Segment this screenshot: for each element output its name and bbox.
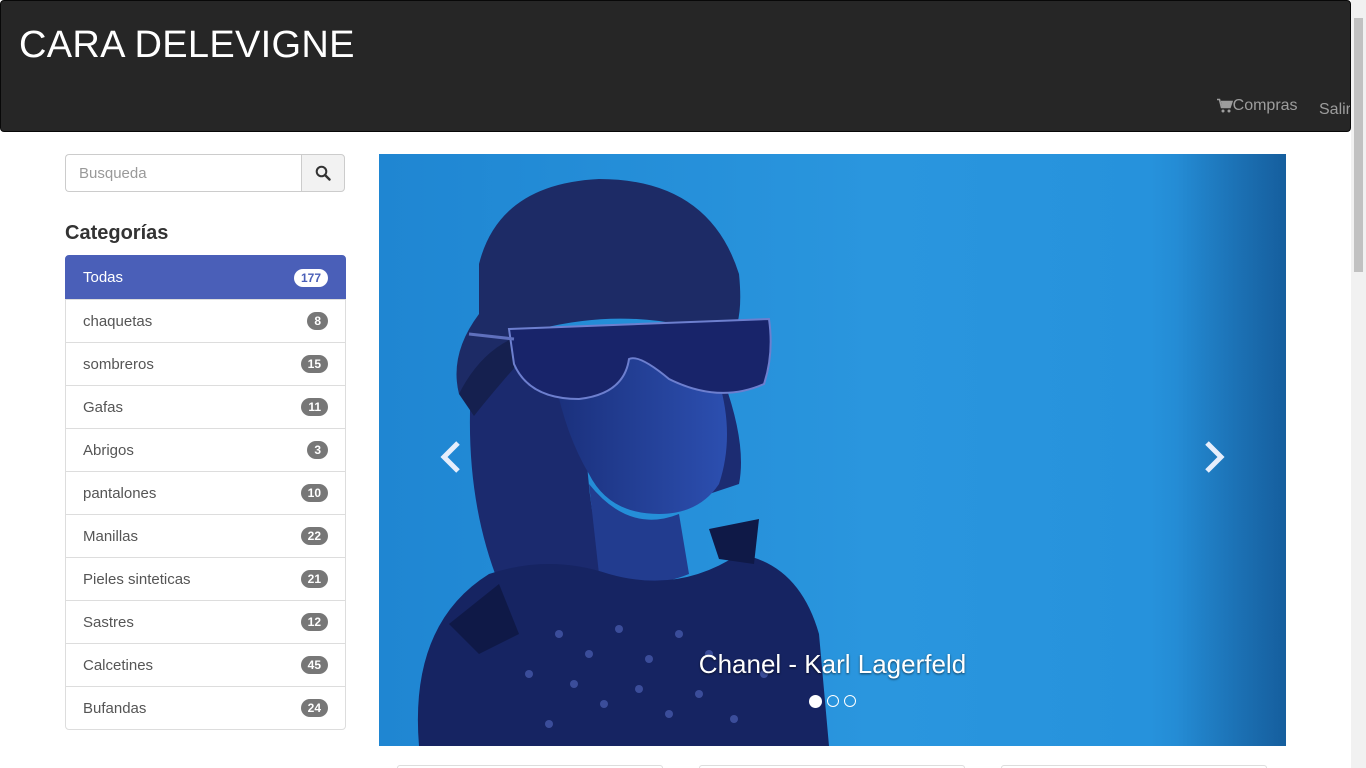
count-badge: 22 — [300, 527, 328, 545]
carousel-next-button[interactable] — [1194, 437, 1234, 477]
category-label: chaquetas — [83, 312, 153, 330]
category-item-sastres[interactable]: Sastres 12 — [65, 600, 346, 644]
category-label: Manillas — [83, 527, 139, 545]
carousel-indicator-3[interactable] — [844, 695, 856, 707]
count-badge: 3 — [307, 441, 328, 459]
category-item-gafas[interactable]: Gafas 11 — [65, 385, 346, 429]
carousel-caption: Chanel - Karl Lagerfeld — [698, 649, 967, 679]
category-label: Pieles sinteticas — [83, 570, 191, 588]
category-label: Abrigos — [83, 441, 134, 459]
categories-heading: Categorías — [65, 222, 169, 244]
category-item-pieles-sinteticas[interactable]: Pieles sinteticas 21 — [65, 557, 346, 601]
carousel-indicator-2[interactable] — [827, 695, 839, 707]
compras-label: Compras — [1232, 97, 1298, 114]
shopping-cart-icon — [1216, 98, 1233, 113]
category-label: Todas — [83, 269, 124, 286]
category-item-calcetines[interactable]: Calcetines 45 — [65, 643, 346, 687]
count-badge: 11 — [301, 398, 328, 416]
count-badge: 15 — [300, 355, 328, 373]
top-navbar: CARA DELEVIGNE Compras Salir — [0, 0, 1351, 132]
carousel-indicators — [379, 695, 1286, 708]
category-item-sombreros[interactable]: sombreros 15 — [65, 342, 346, 386]
category-item-pantalones[interactable]: pantalones 10 — [65, 471, 346, 515]
count-badge: 24 — [300, 699, 328, 717]
chevron-right-icon — [1205, 441, 1225, 473]
category-item-bufandas[interactable]: Bufandas 24 — [65, 686, 346, 730]
search-input[interactable] — [65, 154, 302, 192]
scrollbar-thumb[interactable] — [1354, 18, 1363, 272]
search-group — [65, 154, 345, 192]
category-label: pantalones — [83, 484, 157, 502]
category-label: sombreros — [83, 355, 154, 373]
hero-carousel: Chanel - Karl Lagerfeld — [379, 154, 1286, 746]
carousel-indicator-1[interactable] — [809, 695, 822, 708]
category-item-manillas[interactable]: Manillas 22 — [65, 514, 346, 558]
category-label: Gafas — [83, 398, 124, 416]
category-label: Sastres — [83, 613, 134, 631]
category-label: Calcetines — [83, 656, 154, 674]
salir-link[interactable]: Salir — [1319, 99, 1350, 117]
brand-title[interactable]: CARA DELEVIGNE — [19, 23, 355, 67]
compras-link[interactable]: Compras — [1216, 95, 1298, 117]
count-badge: 21 — [300, 570, 328, 588]
count-badge: 177 — [293, 268, 328, 287]
category-item-todas[interactable]: Todas 177 — [65, 255, 346, 300]
count-badge: 45 — [300, 656, 328, 674]
category-item-chaquetas[interactable]: chaquetas 8 — [65, 299, 346, 343]
category-label: Bufandas — [83, 699, 147, 717]
page-scrollbar[interactable] — [1351, 0, 1366, 768]
nav-links: Compras Salir — [1216, 95, 1350, 117]
category-list: Todas 177 chaquetas 8 sombreros 15 Gafas… — [65, 255, 346, 730]
count-badge: 10 — [300, 484, 328, 502]
count-badge: 8 — [307, 312, 328, 330]
search-icon — [315, 165, 331, 181]
chevron-left-icon — [440, 441, 460, 473]
category-item-abrigos[interactable]: Abrigos 3 — [65, 428, 346, 472]
count-badge: 12 — [300, 613, 328, 631]
search-button[interactable] — [301, 154, 345, 192]
carousel-prev-button[interactable] — [431, 437, 471, 477]
